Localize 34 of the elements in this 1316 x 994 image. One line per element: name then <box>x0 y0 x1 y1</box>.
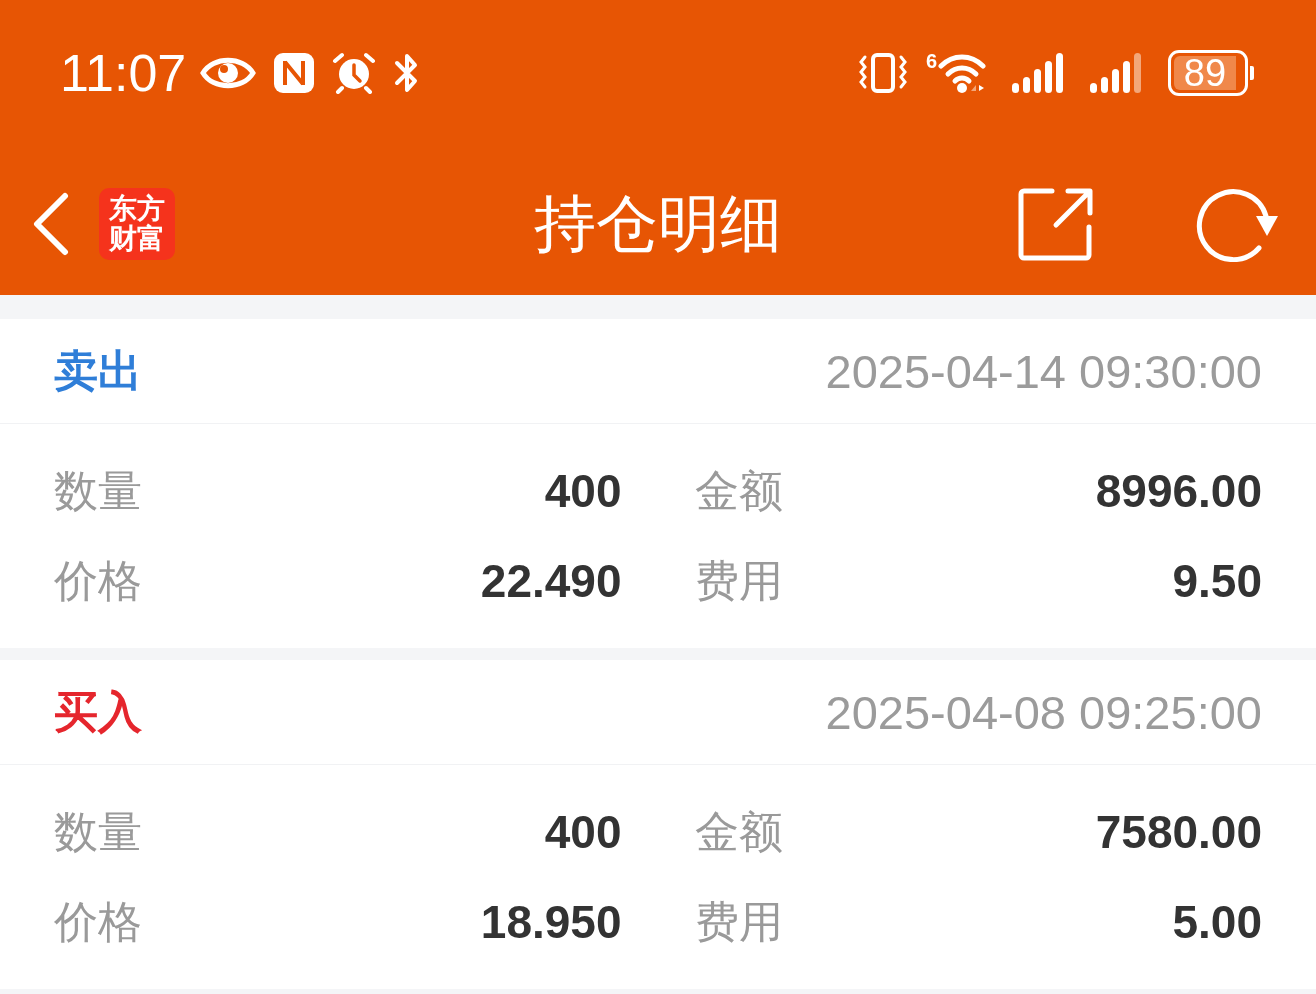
signal-strength-icon <box>1012 53 1064 93</box>
trade-type-label: 买入 <box>54 690 142 734</box>
page-title: 持仓明细 <box>534 192 782 255</box>
field-label: 金额 <box>694 469 783 513</box>
logo-text: 东方 <box>109 194 165 223</box>
field-value: 400 <box>544 809 622 855</box>
alarm-clock-icon <box>332 52 377 94</box>
field-label: 费用 <box>694 559 783 603</box>
trade-time: 2025-04-14 09:30:00 <box>825 347 1262 395</box>
field-value: 22.490 <box>480 558 622 604</box>
wifi-icon <box>938 53 986 93</box>
field-label: 金额 <box>694 810 783 854</box>
field-value: 7580.00 <box>1095 809 1262 855</box>
vibrate-icon <box>857 52 908 94</box>
field-label: 数量 <box>54 810 142 854</box>
field-value: 9.50 <box>1172 558 1262 604</box>
field-label: 数量 <box>54 469 142 513</box>
field-label: 费用 <box>694 900 783 944</box>
trade-type-label: 卖出 <box>54 349 142 393</box>
share-icon[interactable] <box>1018 186 1094 261</box>
battery-percent-text: 89 <box>1183 54 1227 92</box>
field-value: 18.950 <box>480 899 622 945</box>
trade-time: 2025-04-08 09:25:00 <box>825 688 1262 736</box>
wifi-badge-text: 6 <box>925 51 937 71</box>
field-value: 8996.00 <box>1095 468 1262 514</box>
field-value: 5.00 <box>1172 899 1262 945</box>
back-chevron-icon[interactable] <box>31 191 71 256</box>
field-label: 价格 <box>54 900 142 944</box>
field-label: 价格 <box>54 559 142 603</box>
field-value: 400 <box>544 468 622 514</box>
logo-text: 财富 <box>109 224 165 253</box>
nfc-icon <box>274 53 315 93</box>
signal-strength-icon <box>1090 53 1142 93</box>
status-time: 11:07 <box>60 47 187 99</box>
